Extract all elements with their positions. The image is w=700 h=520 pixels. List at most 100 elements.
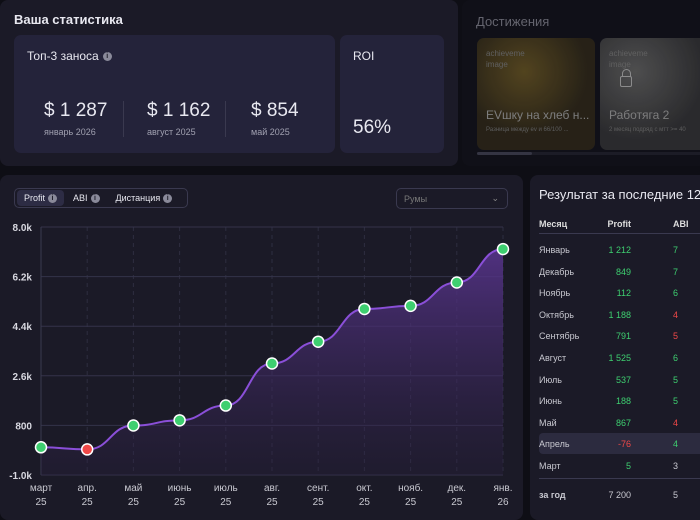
abi-cell: 5 [673,396,679,407]
x-tick-year: 25 [220,497,232,508]
divider [123,101,124,137]
abi-cell: 4 [673,309,679,320]
x-tick-year: 26 [497,497,509,508]
achievement-image: achieveme image [609,49,648,69]
total-label: за год [539,490,566,500]
y-tick-label: -1.0k [9,471,32,482]
achievements-title: Достижения [476,14,550,29]
x-tick-label: март [30,483,53,494]
profit-cell: 5 [625,461,631,471]
profit-cell: 188 [615,396,631,407]
data-point [127,419,140,432]
abi-cell: 5 [673,331,679,342]
top3-title: Топ-3 заноса [27,49,99,63]
table-row[interactable]: Апрель -76 4 [539,433,700,455]
profit-cell: 112 [616,288,631,299]
month-cell: Ноябрь [539,288,571,299]
x-tick-year: 25 [35,497,47,508]
month-cell: Июль [539,374,562,385]
table-row[interactable]: Июль 537 5 [539,369,700,390]
divider [539,478,700,479]
data-point [34,441,48,454]
table-row[interactable]: Май 867 4 [539,412,700,433]
total-abi: 5 [673,490,679,500]
info-icon[interactable]: i [102,51,112,61]
data-point [311,335,325,348]
x-tick-year: 25 [174,497,186,508]
top3-card: Топ-3 заноса i $ 1 287 январь 2026 $ 1 162… [14,35,335,153]
profit-cell: 1 212 [608,245,631,255]
divider [539,233,700,234]
achievement-card[interactable]: achieveme image Работяга 2 2 месяц подря… [600,38,700,150]
stats-title: Ваша статистика [14,12,123,27]
data-point [219,399,233,412]
x-tick-label: сент. [307,483,329,494]
x-tick-label: янв. [493,483,512,494]
top3-date: август 2025 [147,127,196,137]
data-point [173,414,186,427]
table-row[interactable]: Ноябрь 112 6 [539,282,700,303]
stats-panel: Ваша статистика Топ-3 заноса i $ 1 287 янв… [0,0,458,166]
table-row[interactable]: Январь 1 212 7 [539,239,700,260]
profit-cell: -76 [617,439,631,450]
y-tick-label: 6.2k [13,273,33,284]
abi-cell: 3 [673,461,679,471]
top3-item: $ 1 162 август 2025 [147,100,247,137]
x-tick-label: апр. [78,483,97,494]
x-tick-label: июль [214,483,238,494]
top3-item: $ 854 май 2025 [251,100,351,137]
results-table-panel: Результат за последние 12 ме Месяц Profit… [530,175,700,520]
table-title: Результат за последние 12 ме [539,187,700,202]
month-cell: Июнь [539,396,562,407]
month-cell: Май [539,417,557,428]
top3-date: май 2025 [251,127,290,137]
table-row[interactable]: Март 5 3 [539,455,700,476]
data-point [358,302,371,316]
data-point [496,242,510,256]
lock-icon [620,69,632,87]
profit-cell: 849 [615,266,631,277]
x-tick-label: июнь [168,483,192,494]
col-header-abi: ABI [673,219,689,229]
achievement-image: achieveme image [486,49,525,69]
x-tick-year: 25 [451,497,463,508]
top3-value: $ 1 162 [147,100,211,121]
profit-cell: 867 [615,417,631,428]
top3-value: $ 854 [251,100,299,121]
achievement-card[interactable]: achieveme image EVшку на хлеб н... Разни… [477,38,595,150]
top3-item: $ 1 287 январь 2026 [44,100,144,137]
col-header-month: Месяц [539,219,568,229]
achievement-title: Работяга 2 [609,108,670,122]
profit-cell: 1 525 [608,353,631,363]
month-cell: Март [539,461,561,471]
table-row[interactable]: Июнь 188 5 [539,390,700,411]
abi-cell: 4 [673,439,679,450]
x-tick-label: май [124,483,142,494]
x-tick-year: 25 [82,497,94,508]
abi-cell: 6 [673,353,679,363]
y-tick-label: 800 [15,421,32,432]
profit-chart: -1.0k 800 2.6k 4.4k 6.2k 8.0k март 25 апр. 25 май 2… [9,223,512,508]
table-row[interactable]: Декабрь 849 7 [539,261,700,282]
data-point [404,299,417,313]
profit-cell: 1 188 [608,309,631,320]
data-point [265,357,279,370]
x-tick-year: 25 [128,497,140,508]
top3-date: январь 2026 [44,127,96,137]
x-tick-label: нояб. [398,482,423,494]
achievements-scrollbar[interactable] [477,152,700,155]
achievements-panel: Достижения achieveme image EVшку на хлеб… [462,0,700,166]
table-row[interactable]: Август 1 525 6 [539,347,700,368]
top3-value: $ 1 287 [44,100,108,121]
table-row[interactable]: Октябрь 1 188 4 [539,304,700,325]
data-point [80,443,94,456]
table-row[interactable]: Сентябрь 791 5 [539,325,700,346]
x-tick-year: 25 [313,497,325,508]
month-cell: Октябрь [539,309,574,320]
y-tick-label: 8.0k [13,223,33,234]
month-cell: Декабрь [539,266,575,277]
abi-cell: 4 [673,417,679,428]
achievement-desc: 2 месяц подряд с мтт >= 40 [609,127,686,133]
x-tick-label: дек. [448,483,467,494]
roi-value: 56% [353,117,392,138]
